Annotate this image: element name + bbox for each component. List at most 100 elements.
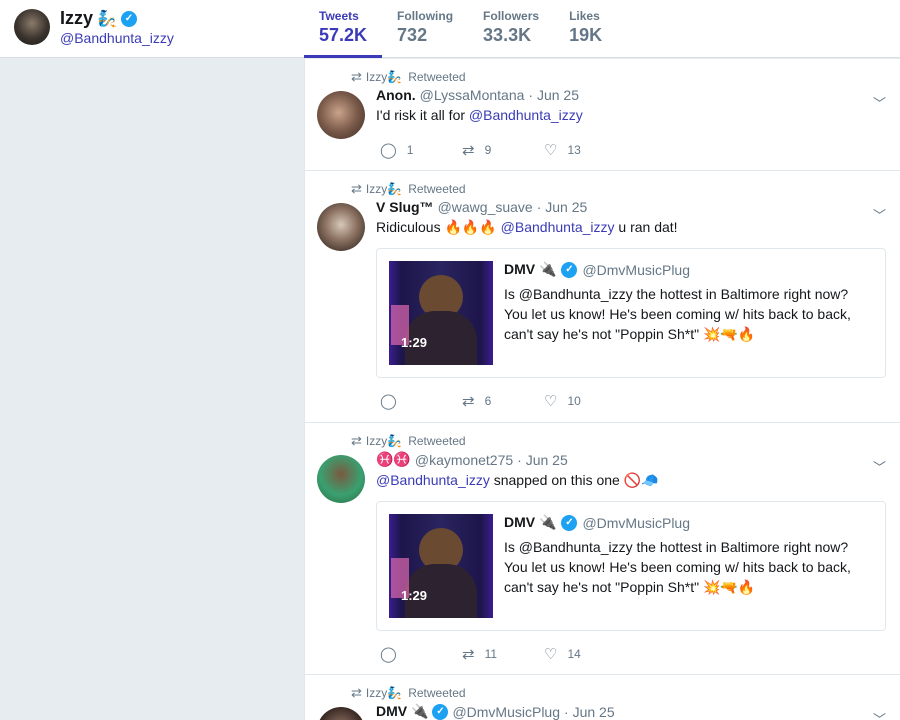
verified-badge-icon: ✓ bbox=[120, 10, 137, 27]
retweet-context: ⇄ Izzy🧞 Retweeted bbox=[351, 69, 466, 85]
profile-stats-nav: Tweets 57.2K Following 732 Followers 33.… bbox=[304, 0, 617, 58]
stat-value: 33.3K bbox=[483, 25, 532, 45]
profile-avatar[interactable] bbox=[14, 9, 50, 45]
quoted-text-line: can't say he's not "Poppin Sh*t" 💥🔫🔥 bbox=[504, 326, 756, 342]
profile-name[interactable]: Izzy bbox=[60, 8, 93, 29]
retweet-label: Retweeted bbox=[408, 686, 466, 700]
chevron-down-icon[interactable]: ﹀ bbox=[873, 93, 886, 112]
avatar[interactable] bbox=[317, 707, 365, 720]
tweet-text: I'd risk it all for @Bandhunta_izzy bbox=[376, 107, 886, 123]
mention-link[interactable]: @Bandhunta_izzy bbox=[501, 219, 615, 235]
like-count: 14 bbox=[567, 647, 581, 661]
tweet-author-handle[interactable]: @kaymonet275 bbox=[415, 452, 513, 468]
tweet-author-handle[interactable]: @LyssaMontana bbox=[420, 87, 525, 103]
tweet-actions: ◯ 1 ⇄ 9 ♡ 13 bbox=[380, 141, 886, 159]
tweet-item[interactable]: ⇄ Izzy🧞 Retweeted ﹀ V Slug™ @wawg_suave … bbox=[305, 171, 900, 423]
stat-value: 19K bbox=[569, 25, 603, 45]
tweet-date[interactable]: · Jun 25 bbox=[517, 452, 568, 468]
retweet-button[interactable]: ⇄ 9 bbox=[462, 141, 544, 159]
quoted-author-handle[interactable]: @DmvMusicPlug bbox=[582, 515, 690, 531]
retweet-label: Retweeted bbox=[408, 182, 466, 196]
stat-label: Followers bbox=[483, 9, 540, 23]
stat-label: Following bbox=[397, 9, 454, 23]
retweeter-name[interactable]: Izzy🧞 bbox=[366, 434, 402, 448]
genie-emoji-icon: 🧞 bbox=[97, 10, 117, 28]
quoted-tweet-text: Is @Bandhunta_izzy the hottest in Baltim… bbox=[504, 537, 876, 597]
stat-following[interactable]: Following 732 bbox=[382, 0, 468, 58]
retweeter-name[interactable]: Izzy🧞 bbox=[366, 686, 402, 700]
retweet-icon: ⇄ bbox=[351, 181, 362, 196]
tweet-text-suffix: u ran dat! bbox=[614, 219, 678, 235]
stat-followers[interactable]: Followers 33.3K bbox=[468, 0, 554, 58]
tweet-item[interactable]: ⇄ Izzy🧞 Retweeted ﹀ Anon. @LyssaMontana … bbox=[305, 59, 900, 171]
reply-icon: ◯ bbox=[380, 142, 397, 159]
tweet-author-handle[interactable]: @wawg_suave bbox=[438, 199, 533, 215]
quoted-author-name[interactable]: DMV 🔌 bbox=[504, 261, 556, 278]
tweet-author-name[interactable]: Anon. bbox=[376, 87, 416, 103]
like-button[interactable]: ♡ 13 bbox=[544, 141, 626, 159]
like-count: 13 bbox=[567, 143, 581, 157]
profile-handle[interactable]: @Bandhunta_izzy bbox=[60, 30, 174, 46]
verified-badge-icon: ✓ bbox=[432, 703, 449, 720]
tweet-actions: ◯ ⇄ 11 ♡ 14 bbox=[380, 645, 886, 663]
reply-button[interactable]: ◯ bbox=[380, 392, 462, 410]
heart-icon: ♡ bbox=[544, 142, 558, 159]
chevron-down-icon[interactable]: ﹀ bbox=[873, 205, 886, 224]
retweeter-name[interactable]: Izzy🧞 bbox=[366, 182, 402, 196]
like-count: 10 bbox=[567, 394, 581, 408]
quoted-author-handle[interactable]: @DmvMusicPlug bbox=[582, 262, 690, 278]
tweet-author-name[interactable]: V Slug™ bbox=[376, 199, 434, 215]
avatar[interactable] bbox=[317, 203, 365, 251]
retweet-icon: ⇄ bbox=[462, 393, 475, 410]
quoted-author-name[interactable]: DMV 🔌 bbox=[504, 514, 556, 531]
reply-button[interactable]: ◯ bbox=[380, 645, 462, 663]
quoted-text-line: You let us know! He's been coming w/ hit… bbox=[504, 306, 851, 322]
tweet-author-name[interactable]: ♓♓ bbox=[376, 451, 411, 468]
stat-likes[interactable]: Likes 19K bbox=[554, 0, 617, 58]
mention-link[interactable]: @Bandhunta_izzy bbox=[469, 107, 583, 123]
tweet-author-handle[interactable]: @DmvMusicPlug bbox=[452, 704, 560, 720]
stat-value: 732 bbox=[397, 25, 428, 45]
stat-tweets[interactable]: Tweets 57.2K bbox=[304, 0, 383, 58]
tweet-author-name[interactable]: DMV 🔌 bbox=[376, 703, 428, 720]
tweet-item[interactable]: ⇄ Izzy🧞 Retweeted ﹀ ♓♓ @kaymonet275 · Ju… bbox=[305, 423, 900, 675]
quoted-tweet-card[interactable]: 1:29 DMV 🔌 ✓ @DmvMusicPlug Is @Bandhunta… bbox=[376, 248, 886, 378]
avatar[interactable] bbox=[317, 455, 365, 503]
verified-badge-icon: ✓ bbox=[561, 261, 578, 278]
retweet-button[interactable]: ⇄ 11 bbox=[462, 645, 544, 663]
retweet-icon: ⇄ bbox=[462, 142, 475, 159]
tweet-date[interactable]: · Jun 25 bbox=[528, 87, 579, 103]
video-duration: 1:29 bbox=[401, 335, 428, 350]
tweet-timeline[interactable]: ⇄ Izzy🧞 Retweeted ﹀ Anon. @LyssaMontana … bbox=[304, 59, 900, 720]
quoted-text-line: Is @Bandhunta_izzy the hottest in Baltim… bbox=[504, 286, 849, 302]
like-button[interactable]: ♡ 14 bbox=[544, 645, 626, 663]
reply-button[interactable]: ◯ 1 bbox=[380, 141, 462, 159]
mention-link[interactable]: @Bandhunta_izzy bbox=[376, 472, 490, 488]
like-button[interactable]: ♡ 10 bbox=[544, 392, 626, 410]
tweet-item[interactable]: ⇄ Izzy🧞 Retweeted ﹀ DMV 🔌 ✓ @DmvMusicPlu… bbox=[305, 675, 900, 720]
profile-header: Izzy 🧞 ✓ @Bandhunta_izzy Tweets 57.2K Fo… bbox=[0, 0, 900, 58]
heart-icon: ♡ bbox=[544, 646, 558, 663]
profile-summary[interactable]: Izzy 🧞 ✓ @Bandhunta_izzy bbox=[14, 8, 174, 46]
avatar[interactable] bbox=[317, 91, 365, 139]
retweet-count: 6 bbox=[484, 394, 492, 408]
tweet-date[interactable]: · Jun 25 bbox=[564, 704, 615, 720]
verified-badge-icon: ✓ bbox=[561, 514, 578, 531]
chevron-down-icon[interactable]: ﹀ bbox=[873, 457, 886, 476]
retweeter-name[interactable]: Izzy🧞 bbox=[366, 70, 402, 84]
retweet-button[interactable]: ⇄ 6 bbox=[462, 392, 544, 410]
tweet-text-prefix: Ridiculous 🔥🔥🔥 bbox=[376, 219, 501, 235]
stat-label: Likes bbox=[569, 9, 600, 23]
quoted-tweet-card[interactable]: 1:29 DMV 🔌 ✓ @DmvMusicPlug Is @Bandhunta… bbox=[376, 501, 886, 631]
tweet-text-prefix: I'd risk it all for bbox=[376, 107, 469, 123]
retweet-context: ⇄ Izzy🧞 Retweeted bbox=[351, 685, 466, 701]
retweet-icon: ⇄ bbox=[351, 433, 362, 448]
retweet-icon: ⇄ bbox=[351, 685, 362, 700]
chevron-down-icon[interactable]: ﹀ bbox=[873, 709, 886, 720]
quoted-text-line: You let us know! He's been coming w/ hit… bbox=[504, 559, 851, 575]
tweet-text: @Bandhunta_izzy snapped on this one 🚫🧢 bbox=[376, 472, 886, 489]
tweet-date[interactable]: · Jun 25 bbox=[537, 199, 588, 215]
tweet-text-suffix: snapped on this one 🚫🧢 bbox=[489, 472, 659, 488]
retweet-count: 11 bbox=[484, 647, 498, 661]
quoted-tweet-text: Is @Bandhunta_izzy the hottest in Baltim… bbox=[504, 284, 876, 344]
